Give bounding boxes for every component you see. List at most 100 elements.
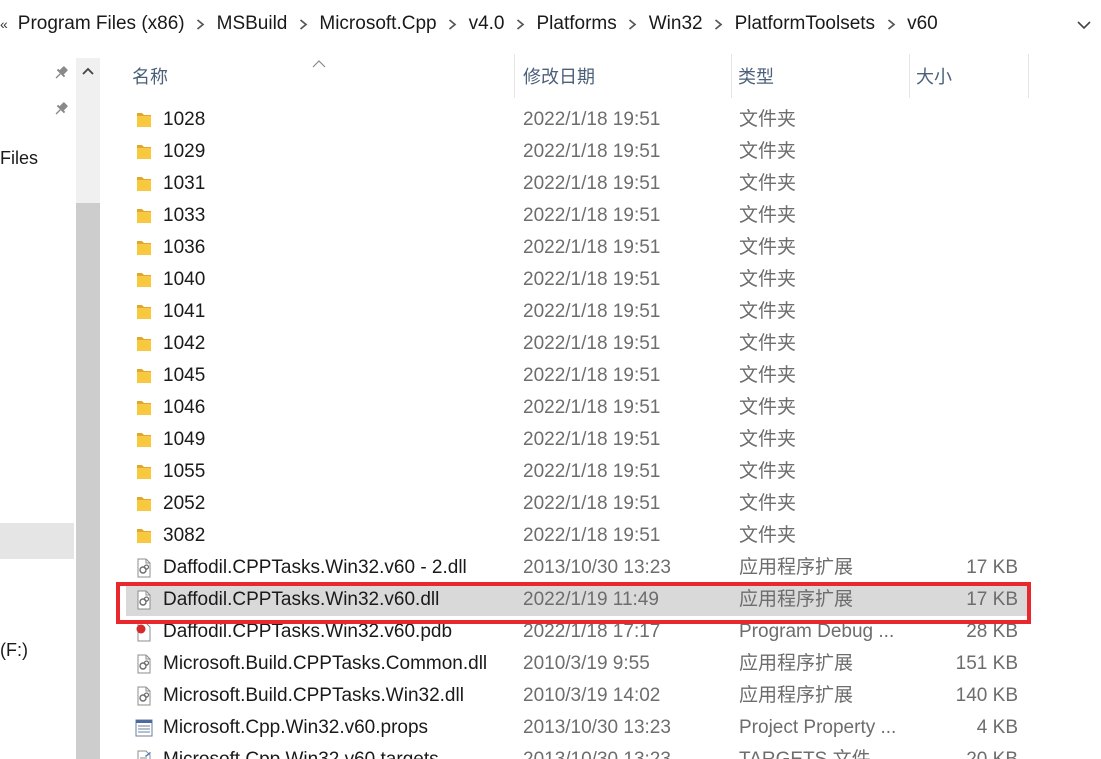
file-date: 2022/1/18 19:51 [523, 461, 661, 482]
file-row[interactable]: Daffodil.CPPTasks.Win32.v60 - 2.dll 2013/… [126, 552, 1031, 584]
chevron-right-icon [629, 18, 637, 30]
file-row[interactable]: Microsoft.Cpp.Win32.v60.props 2013/10/30 … [126, 712, 1031, 744]
file-date: 2022/1/19 11:49 [523, 589, 659, 610]
file-name: Microsoft.Cpp.Win32.v60.props [163, 717, 429, 738]
file-type: 文件夹 [739, 333, 797, 354]
address-bar[interactable]: « Program Files (x86) MSBuild Microsoft.Cp… [0, 0, 1101, 48]
breadcrumb-separator[interactable] [291, 18, 315, 30]
file-date: 2022/1/18 17:17 [523, 621, 661, 642]
file-row[interactable]: 1031 2022/1/18 19:51 文件夹 [126, 168, 1031, 200]
breadcrumb-item[interactable]: v4.0 [465, 13, 509, 35]
file-type: 文件夹 [739, 237, 797, 258]
file-row[interactable]: Microsoft.Build.CPPTasks.Common.dll 2010/… [126, 648, 1031, 680]
file-date: 2022/1/18 19:51 [523, 365, 661, 386]
file-row[interactable]: 1033 2022/1/18 19:51 文件夹 [126, 200, 1031, 232]
file-date: 2022/1/18 19:51 [523, 173, 661, 194]
file-date: 2022/1/18 19:51 [523, 333, 661, 354]
file-date: 2022/1/18 19:51 [523, 493, 661, 514]
file-size: 28 KB [966, 621, 1018, 642]
breadcrumb-separator[interactable] [509, 18, 533, 30]
nav-item-program-files[interactable]: Files [0, 148, 38, 169]
file-row[interactable]: 2052 2022/1/18 19:51 文件夹 [126, 488, 1031, 520]
nav-scrollbar-thumb[interactable] [76, 203, 100, 759]
file-row[interactable]: 1041 2022/1/18 19:51 文件夹 [126, 296, 1031, 328]
breadcrumb-overflow-button[interactable]: « [0, 16, 14, 32]
file-name: 1036 [163, 237, 206, 258]
file-date: 2022/1/18 19:51 [523, 141, 661, 162]
column-header-type[interactable]: 类型 [732, 54, 909, 98]
file-type: 文件夹 [739, 493, 797, 514]
file-type: 文件夹 [739, 205, 797, 226]
column-header-size[interactable]: 大小 [910, 54, 1028, 98]
file-name: Daffodil.CPPTasks.Win32.v60 - 2.dll [163, 557, 467, 578]
chevron-right-icon [516, 18, 525, 30]
dll-file-icon [134, 558, 154, 578]
breadcrumb-separator[interactable] [621, 18, 645, 30]
pin-icon[interactable] [53, 65, 69, 81]
file-row[interactable]: Daffodil.CPPTasks.Win32.v60.pdb 2022/1/18… [126, 616, 1031, 648]
file-size [909, 424, 1018, 456]
chevron-up-icon [82, 67, 94, 75]
breadcrumb-item[interactable]: MSBuild [213, 13, 292, 35]
file-row[interactable]: 1028 2022/1/18 19:51 文件夹 [126, 104, 1031, 136]
pin-icon[interactable] [53, 101, 69, 117]
breadcrumb-item[interactable]: Microsoft.Cpp [315, 13, 440, 35]
breadcrumb-item[interactable]: Win32 [645, 13, 707, 35]
file-size [909, 200, 1018, 232]
file-name: Microsoft.Build.CPPTasks.Common.dll [163, 653, 488, 674]
file-name: Microsoft.Build.CPPTasks.Win32.dll [163, 685, 464, 706]
file-size: 140 KB [955, 685, 1018, 706]
breadcrumb-separator[interactable] [441, 18, 465, 30]
file-row[interactable]: 1045 2022/1/18 19:51 文件夹 [126, 360, 1031, 392]
breadcrumb-separator[interactable] [707, 18, 731, 30]
folder-icon [134, 494, 154, 514]
dll-file-icon [134, 590, 154, 610]
file-row[interactable]: 1046 2022/1/18 19:51 文件夹 [126, 392, 1031, 424]
file-size: 4 KB [976, 717, 1018, 738]
file-size [909, 264, 1018, 296]
file-name: Daffodil.CPPTasks.Win32.v60.dll [163, 589, 440, 610]
folder-icon [134, 206, 154, 226]
file-row[interactable]: 1029 2022/1/18 19:51 文件夹 [126, 136, 1031, 168]
file-row[interactable]: 1055 2022/1/18 19:51 文件夹 [126, 456, 1031, 488]
dll-file-icon [134, 654, 154, 674]
file-date: 2022/1/18 19:51 [523, 109, 661, 130]
file-row[interactable]: Microsoft.Cpp.Win32.v60.targets 2013/10/3… [126, 744, 1031, 759]
file-name: Microsoft.Cpp.Win32.v60.targets [163, 744, 515, 759]
breadcrumb-separator[interactable] [189, 18, 213, 30]
file-size [909, 232, 1018, 264]
nav-scroll-up-button[interactable] [76, 58, 100, 84]
file-row-selected[interactable]: Daffodil.CPPTasks.Win32.v60.dll 2022/1/19… [126, 584, 1031, 616]
column-divider[interactable] [514, 54, 515, 98]
file-name: 1033 [163, 205, 206, 226]
breadcrumb-item[interactable]: Platforms [533, 13, 621, 35]
file-row[interactable]: 1036 2022/1/18 19:51 文件夹 [126, 232, 1031, 264]
column-header-date[interactable]: 修改日期 [517, 54, 731, 98]
file-type: 应用程序扩展 [739, 685, 854, 706]
file-row[interactable]: 3082 2022/1/18 19:51 文件夹 [126, 520, 1031, 552]
column-header-name[interactable]: 名称 [126, 54, 514, 98]
file-size [909, 520, 1018, 552]
breadcrumb-item[interactable]: Program Files (x86) [14, 13, 189, 35]
breadcrumb-item[interactable]: PlatformToolsets [731, 13, 879, 35]
folder-icon [134, 334, 154, 354]
file-row[interactable]: 1042 2022/1/18 19:51 文件夹 [126, 328, 1031, 360]
breadcrumb-item[interactable]: v60 [903, 13, 942, 35]
file-row[interactable]: Microsoft.Build.CPPTasks.Win32.dll 2010/3… [126, 680, 1031, 712]
file-size: 151 KB [955, 653, 1018, 674]
file-type: 文件夹 [739, 525, 797, 546]
file-size [909, 392, 1018, 424]
address-dropdown-button[interactable] [1073, 14, 1095, 36]
file-size [909, 104, 1018, 136]
file-date: 2022/1/18 19:51 [523, 397, 661, 418]
column-divider[interactable] [1028, 54, 1029, 98]
file-type: 文件夹 [739, 109, 797, 130]
file-name: 1046 [163, 397, 206, 418]
nav-item-drive-f[interactable]: (F:) [0, 640, 28, 661]
breadcrumb-separator[interactable] [879, 18, 903, 30]
file-row[interactable]: 1049 2022/1/18 19:51 文件夹 [126, 424, 1031, 456]
file-date: 2010/3/19 14:02 [523, 685, 661, 706]
file-size: 17 KB [966, 557, 1018, 578]
file-row[interactable]: 1040 2022/1/18 19:51 文件夹 [126, 264, 1031, 296]
nav-item-selected[interactable] [0, 523, 74, 559]
